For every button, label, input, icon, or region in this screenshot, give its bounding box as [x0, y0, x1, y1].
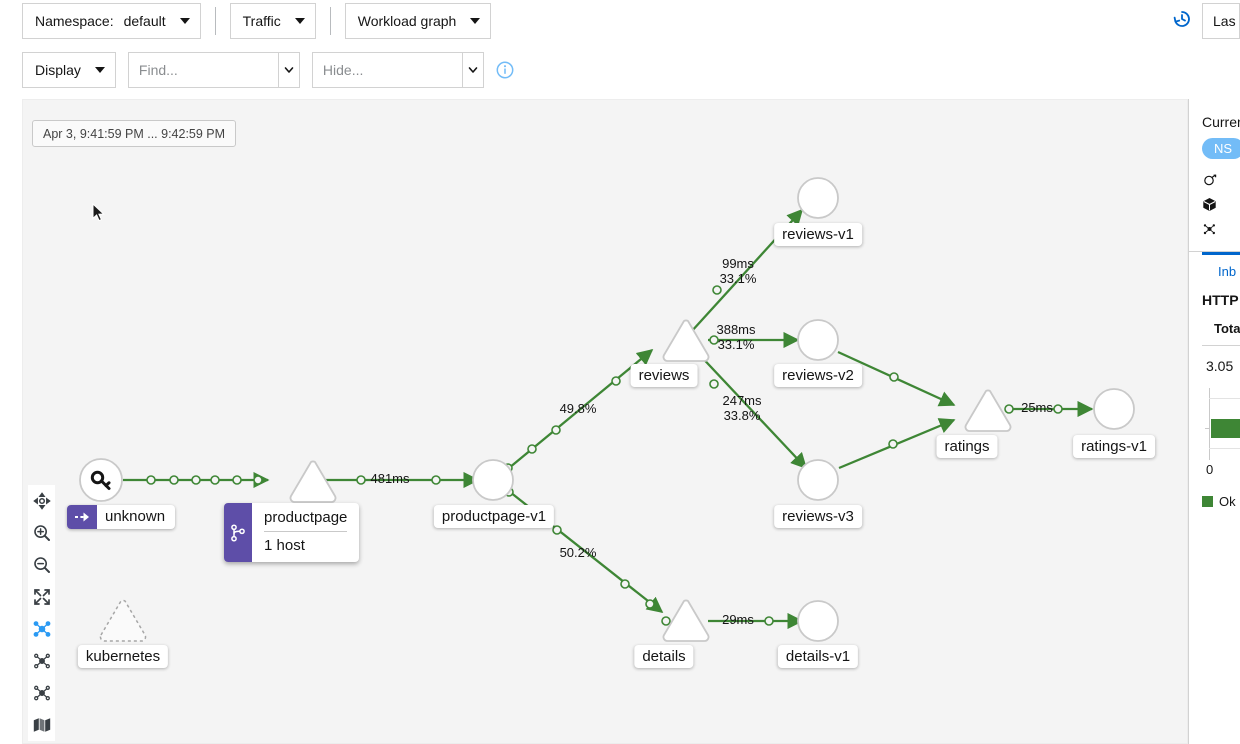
- unknown-node-label-text: unknown: [105, 508, 166, 525]
- workload-graph-icon: [224, 503, 252, 562]
- node-tooltip-productpage: productpage 1 host: [224, 503, 360, 562]
- time-range-value: Las: [1213, 12, 1236, 29]
- chevron-down-icon: [470, 17, 481, 24]
- info-circle-icon[interactable]: [496, 61, 514, 79]
- node-label-text: details-v1: [785, 648, 851, 665]
- chart-gridline: [1209, 398, 1240, 399]
- legend-swatch-ok: [1202, 496, 1213, 507]
- traffic-selector-label: Traffic: [242, 12, 281, 29]
- hide-control: [311, 52, 484, 88]
- legend-label-ok: Ok: [1219, 494, 1236, 509]
- node-label-text: reviews: [638, 367, 690, 384]
- kiali-graph-page: Namespace: default Traffic Workload grap…: [0, 0, 1240, 744]
- traffic-selector[interactable]: Traffic: [229, 2, 316, 39]
- node-label-text: reviews-v2: [782, 367, 854, 384]
- mouse-cursor: [92, 202, 105, 225]
- node-label-reviews-v3[interactable]: reviews-v3: [774, 505, 862, 528]
- workload-icon: [1202, 197, 1240, 215]
- node-label-ratings-v1[interactable]: ratings-v1: [1073, 435, 1155, 458]
- metrics-rule: [1202, 345, 1240, 346]
- node-label-text: details: [642, 648, 686, 665]
- metrics-protocol-heading: HTTP: [1202, 292, 1239, 308]
- namespace-selector-label: Namespace:: [35, 12, 114, 29]
- summary-side-panel: Curren NS: [1188, 99, 1240, 744]
- fit-to-screen-icon[interactable]: [28, 581, 55, 613]
- chart-legend-ok[interactable]: Ok: [1202, 494, 1240, 509]
- pan-icon[interactable]: [28, 485, 55, 517]
- node-label-details-v1[interactable]: details-v1: [777, 645, 859, 668]
- display-menu-button[interactable]: Display: [22, 52, 116, 88]
- chevron-down-icon: [468, 67, 478, 73]
- side-panel-title: Curren: [1202, 114, 1240, 130]
- node-label-text: ratings: [944, 438, 990, 455]
- graph-type-selector-label: Workload graph: [357, 12, 457, 29]
- chart-bar-ok: [1211, 419, 1240, 438]
- node-label-kubernetes[interactable]: kubernetes: [77, 645, 169, 668]
- service-icon: [1202, 173, 1240, 191]
- node-label-ratings[interactable]: ratings: [936, 435, 998, 458]
- node-tooltip-body: productpage 1 host: [252, 503, 359, 562]
- graph-edges-and-nodes: [79, 177, 1135, 642]
- toolbar-divider-2: [329, 6, 331, 35]
- node-tooltip-subtitle: 1 host: [264, 537, 305, 554]
- node-tooltip-divider: [264, 531, 348, 532]
- node-label-text: reviews-v1: [782, 226, 854, 243]
- node-label-reviews-v2[interactable]: reviews-v2: [774, 364, 862, 387]
- legend-map-icon[interactable]: [28, 709, 55, 741]
- zoom-in-icon[interactable]: [28, 517, 55, 549]
- node-label-text: productpage-v1: [441, 508, 547, 525]
- metrics-value: 3.05: [1206, 358, 1234, 374]
- chevron-down-icon: [284, 67, 294, 73]
- hide-dropdown-button[interactable]: [461, 52, 484, 88]
- secondary-toolbar: Display: [0, 41, 1240, 99]
- node-label-unknown[interactable]: unknown: [67, 505, 176, 529]
- chevron-down-icon: [294, 17, 305, 24]
- time-range-controls: Las: [1172, 0, 1240, 41]
- toolbar-divider-1: [214, 6, 216, 35]
- node-label-productpage-v1[interactable]: productpage-v1: [433, 505, 555, 528]
- metrics-total-heading: Tota: [1214, 321, 1240, 336]
- layout-default-icon[interactable]: [28, 613, 55, 645]
- time-range-selector[interactable]: Las: [1202, 2, 1240, 39]
- namespace-selector-value: default: [123, 12, 166, 29]
- graph-type-selector[interactable]: Workload graph: [344, 2, 492, 39]
- chart-tick: [1205, 428, 1210, 429]
- tab-inbound-label: Inb: [1218, 264, 1237, 279]
- node-label-details[interactable]: details: [634, 645, 694, 668]
- namespace-badge: NS: [1202, 138, 1240, 159]
- layout-grid-icon[interactable]: [28, 677, 55, 709]
- chevron-down-icon: [94, 67, 105, 73]
- tab-inbound[interactable]: Inb: [1202, 252, 1240, 279]
- graph-view-toolbar: [28, 485, 55, 741]
- hide-input[interactable]: [311, 52, 462, 88]
- find-input[interactable]: [127, 52, 278, 88]
- metrics-mini-bar-chart: 0: [1202, 388, 1240, 477]
- app-icon: [1202, 221, 1240, 239]
- inbound-arrow-icon: [67, 505, 97, 529]
- node-label-reviews[interactable]: reviews: [630, 364, 698, 387]
- node-label-text: ratings-v1: [1081, 438, 1147, 455]
- find-dropdown-button[interactable]: [277, 52, 300, 88]
- side-panel-icon-list: [1202, 173, 1240, 239]
- zoom-out-icon[interactable]: [28, 549, 55, 581]
- layout-dagre-icon[interactable]: [28, 645, 55, 677]
- display-menu-label: Display: [35, 62, 81, 78]
- node-label-reviews-v1[interactable]: reviews-v1: [774, 223, 862, 246]
- primary-toolbar: Namespace: default Traffic Workload grap…: [0, 0, 1240, 41]
- chevron-down-icon: [179, 17, 190, 24]
- history-clock-icon[interactable]: [1172, 9, 1192, 32]
- node-label-text: reviews-v3: [782, 508, 854, 525]
- chart-gridline: [1209, 448, 1240, 449]
- find-control: [127, 52, 300, 88]
- namespace-selector[interactable]: Namespace: default: [22, 2, 201, 39]
- node-label-text: kubernetes: [85, 648, 161, 665]
- graph-canvas[interactable]: Apr 3, 9:41:59 PM ... 9:42:59 PM product…: [22, 99, 1188, 744]
- node-tooltip-title: productpage: [264, 509, 348, 526]
- chart-axis-zero-label: 0: [1206, 462, 1214, 477]
